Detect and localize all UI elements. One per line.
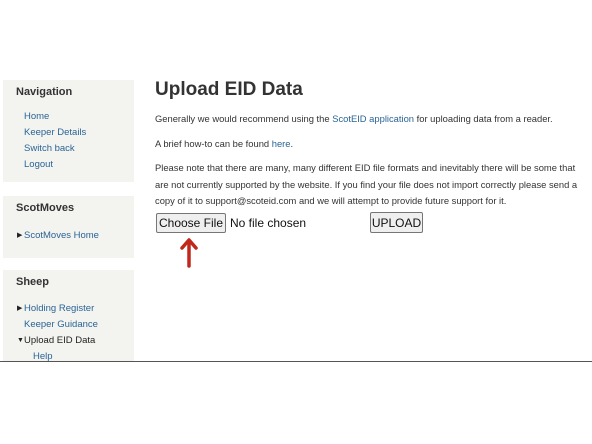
main-content: Upload EID Data Generally we would recom… — [155, 78, 587, 210]
scotmoves-home-label: ScotMoves Home — [24, 230, 99, 241]
choose-file-button[interactable]: Choose File — [156, 213, 226, 233]
up-arrow-icon — [180, 238, 198, 268]
recommendation-text-start: Generally we would recommend using the — [155, 113, 333, 124]
page-viewport: Navigation Home Keeper Details Switch ba… — [0, 0, 592, 362]
viewport-bottom-border — [0, 361, 592, 362]
howto-text-start: A brief how-to can be found — [155, 137, 272, 149]
nav-home-link[interactable]: Home — [3, 109, 134, 125]
navigation-title: Navigation — [16, 86, 73, 98]
sheep-title: Sheep — [16, 276, 50, 288]
howto-here-link[interactable]: here — [272, 138, 291, 149]
page-title: Upload EID Data — [155, 79, 303, 100]
scotmoves-title: ScotMoves — [16, 202, 75, 214]
caret-right-icon: ▶ — [17, 305, 23, 312]
file-format-note: Please note that there are many, many di… — [155, 162, 578, 206]
nav-keeper-details-link[interactable]: Keeper Details — [3, 125, 134, 141]
howto-text: A brief how-to can be found here. — [155, 136, 587, 153]
scotmoves-panel: ScotMoves ▶ ScotMoves Home — [3, 196, 134, 258]
navigation-panel: Navigation Home Keeper Details Switch ba… — [3, 80, 134, 182]
scoteid-application-link[interactable]: ScotEID application — [332, 113, 414, 124]
howto-text-end: . — [290, 137, 294, 149]
upload-eid-data-link[interactable]: ▼ Upload EID Data — [3, 333, 134, 349]
keeper-guidance-link[interactable]: Keeper Guidance — [3, 317, 134, 333]
nav-switch-back-link[interactable]: Switch back — [3, 141, 134, 157]
holding-register-label: Holding Register — [24, 303, 95, 314]
sheep-panel: Sheep ▶ Holding Register Keeper Guidance… — [3, 270, 134, 362]
scotmoves-home-link[interactable]: ▶ ScotMoves Home — [3, 228, 134, 244]
no-file-chosen-text: No file chosen — [230, 216, 307, 230]
upload-eid-data-label: Upload EID Data — [24, 335, 96, 346]
nav-logout-link[interactable]: Logout — [3, 157, 134, 173]
holding-register-link[interactable]: ▶ Holding Register — [3, 301, 134, 317]
upload-button[interactable]: UPLOAD — [370, 212, 423, 233]
recommendation-text: Generally we would recommend using the S… — [155, 111, 587, 128]
caret-down-icon: ▼ — [17, 337, 24, 344]
recommendation-text-end: for uploading data from a reader. — [414, 113, 553, 124]
caret-right-icon: ▶ — [17, 232, 23, 239]
